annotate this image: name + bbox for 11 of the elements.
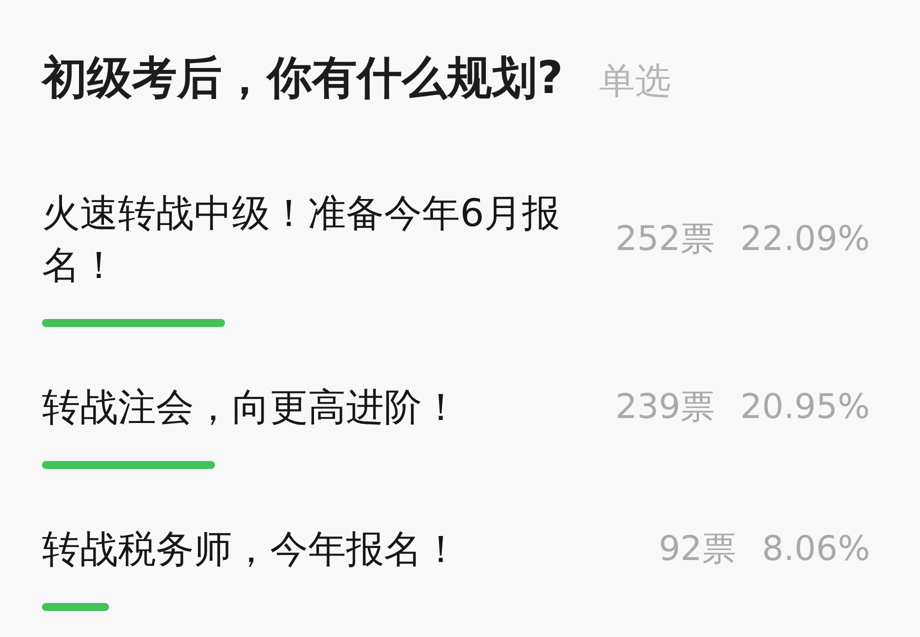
vote-count: 252票 bbox=[615, 218, 714, 261]
vote-percentage: 8.06% bbox=[762, 528, 870, 571]
selection-mode-label: 单选 bbox=[599, 60, 672, 104]
vote-percentage: 20.95% bbox=[740, 386, 870, 429]
vote-count: 239票 bbox=[615, 386, 714, 429]
vote-count: 92票 bbox=[658, 528, 736, 571]
poll-question: 初级考后，你有什么规划? bbox=[42, 50, 564, 106]
option-text: 转战注会，向更高进阶！ bbox=[42, 384, 461, 431]
option-text: 转战税务师，今年报名！ bbox=[42, 526, 461, 573]
option-text: 火速转战中级！准备今年6月报名！ bbox=[42, 190, 562, 289]
vote-percentage: 22.09% bbox=[740, 218, 870, 261]
